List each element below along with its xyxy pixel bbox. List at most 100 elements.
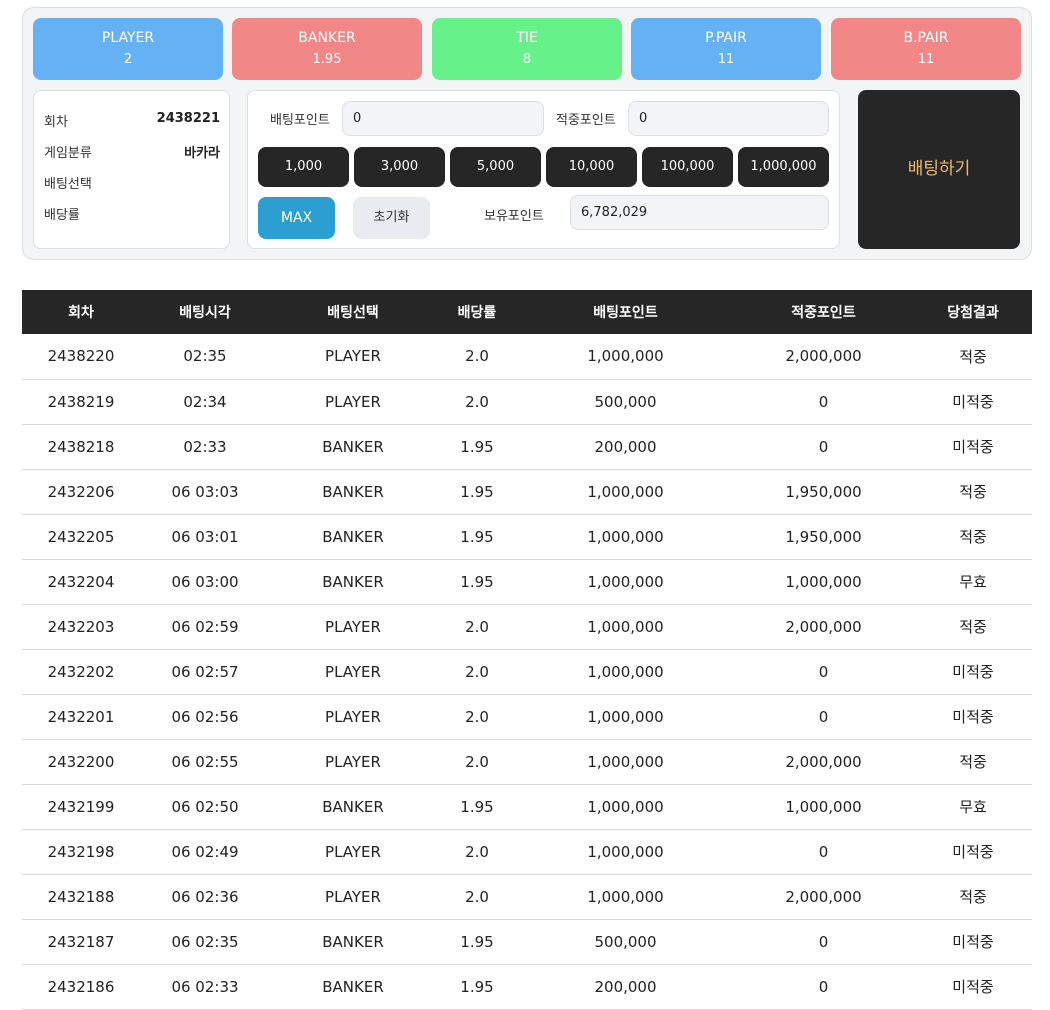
bet-option-name: TIE	[516, 30, 538, 46]
table-cell: 0	[733, 694, 914, 740]
bet-option-banker[interactable]: BANKER 1.95	[232, 18, 422, 80]
table-cell: 1,000,000	[518, 604, 733, 650]
info-row-selection: 배팅선택	[44, 173, 220, 204]
column-header: 적중포인트	[791, 305, 856, 321]
table-cell: 200,000	[518, 424, 733, 470]
table-cell: PLAYER	[270, 739, 436, 785]
bet-option-tie[interactable]: TIE 8	[432, 18, 622, 80]
table-cell: 500,000	[518, 379, 733, 425]
table-cell: 1,950,000	[733, 469, 914, 515]
table-cell: 1.95	[436, 469, 518, 515]
table-cell: 적중	[914, 514, 1032, 560]
round-label: 회차	[44, 115, 68, 130]
bet-controls: 배팅포인트 0 적중포인트 0 1,000 3,000 5,000 10,000 100…	[247, 90, 840, 249]
table-cell: BANKER	[270, 919, 436, 965]
table-cell: 적중	[914, 334, 1032, 380]
table-cell: 2438219	[22, 379, 140, 425]
game-value: 바카라	[184, 146, 220, 161]
table-cell: PLAYER	[270, 604, 436, 650]
table-cell: BANKER	[270, 514, 436, 560]
bet-points-input[interactable]: 0	[342, 101, 544, 136]
bet-option-p-pair[interactable]: P.PAIR 11	[631, 18, 821, 80]
column-header: 배당률	[457, 305, 497, 321]
table-row: 2432203 06 02:59 PLAYER 2.0 1,000,000 2,000,0…	[22, 604, 1032, 650]
table-row: 2432198 06 02:49 PLAYER 2.0 1,000,000 0 미적중	[22, 829, 1032, 875]
column-header: 배팅시각	[179, 305, 231, 321]
table-row: 2432200 06 02:55 PLAYER 2.0 1,000,000 2,000,0…	[22, 739, 1032, 785]
table-cell: 0	[733, 829, 914, 875]
column-header: 당첨결과	[947, 305, 999, 321]
table-row: 2432188 06 02:36 PLAYER 2.0 1,000,000 2,000,0…	[22, 874, 1032, 920]
bet-option-odds: 1.95	[312, 52, 342, 67]
info-row-odds: 배당률	[44, 204, 220, 235]
table-header-row: 회차 배팅시각 배팅선택 배당률 배팅포인트 적중포인트 당첨결과	[22, 290, 1032, 334]
table-cell: 06 02:50	[140, 784, 270, 830]
info-row-game: 게임분류 바카라	[44, 142, 220, 173]
table-cell: 2432187	[22, 919, 140, 965]
table-cell: 06 03:00	[140, 559, 270, 605]
table-cell: BANKER	[270, 469, 436, 515]
bet-option-player[interactable]: PLAYER 2	[33, 18, 223, 80]
table-cell: 1,000,000	[518, 784, 733, 830]
reset-button[interactable]: 초기화	[353, 197, 430, 239]
table-cell: 2432204	[22, 559, 140, 605]
table-row: 2432201 06 02:56 PLAYER 2.0 1,000,000 0 미적중	[22, 694, 1032, 740]
win-points-label: 적중포인트	[556, 113, 616, 128]
holding-points-label: 보유포인트	[484, 209, 544, 224]
table-cell: 1,000,000	[518, 694, 733, 740]
table-cell: BANKER	[270, 964, 436, 1010]
table-cell: 06 02:59	[140, 604, 270, 650]
table-cell: 06 02:35	[140, 919, 270, 965]
chip-button[interactable]: 10,000	[546, 147, 637, 187]
table-cell: 1.95	[436, 514, 518, 560]
table-cell: 무효	[914, 559, 1032, 605]
table-cell: 1.95	[436, 424, 518, 470]
chip-button[interactable]: 1,000,000	[738, 147, 829, 187]
table-row: 2432186 06 02:33 BANKER 1.95 200,000 0 미적중	[22, 964, 1032, 1010]
table-row: 2438218 02:33 BANKER 1.95 200,000 0 미적중	[22, 424, 1032, 470]
table-cell: 2438220	[22, 334, 140, 380]
bet-option-odds: 11	[717, 52, 735, 67]
table-cell: 미적중	[914, 379, 1032, 425]
table-cell: PLAYER	[270, 829, 436, 875]
max-button[interactable]: MAX	[258, 197, 335, 239]
table-cell: 무효	[914, 784, 1032, 830]
table-cell: 1,000,000	[518, 334, 733, 380]
table-cell: 2438218	[22, 424, 140, 470]
table-cell: 2,000,000	[733, 739, 914, 785]
bet-points-label: 배팅포인트	[270, 113, 330, 128]
odds-label: 배당률	[44, 208, 80, 223]
table-cell: PLAYER	[270, 694, 436, 740]
table-cell: BANKER	[270, 784, 436, 830]
chip-button[interactable]: 5,000	[450, 147, 541, 187]
table-cell: 2.0	[436, 874, 518, 920]
table-cell: 2,000,000	[733, 604, 914, 650]
round-info-box: 회차 2438221 게임분류 바카라 배팅선택 배당률	[33, 90, 230, 249]
table-cell: 06 02:56	[140, 694, 270, 740]
chip-button[interactable]: 3,000	[354, 147, 445, 187]
table-row: 2432204 06 03:00 BANKER 1.95 1,000,000 1,000,…	[22, 559, 1032, 605]
table-cell: 2432186	[22, 964, 140, 1010]
table-cell: 06 03:01	[140, 514, 270, 560]
table-cell: 200,000	[518, 964, 733, 1010]
table-cell: 06 03:03	[140, 469, 270, 515]
table-cell: 미적중	[914, 964, 1032, 1010]
bet-option-b-pair[interactable]: B.PAIR 11	[831, 18, 1021, 80]
table-cell: 2432200	[22, 739, 140, 785]
table-cell: 미적중	[914, 919, 1032, 965]
chip-button[interactable]: 1,000	[258, 147, 349, 187]
table-cell: 미적중	[914, 424, 1032, 470]
table-cell: 02:33	[140, 424, 270, 470]
table-cell: 2432188	[22, 874, 140, 920]
win-points-input[interactable]: 0	[628, 101, 829, 136]
table-cell: PLAYER	[270, 334, 436, 380]
table-cell: 1,000,000	[733, 559, 914, 605]
table-cell: 06 02:33	[140, 964, 270, 1010]
table-cell: 2432201	[22, 694, 140, 740]
round-value: 2438221	[156, 111, 220, 126]
place-bet-button[interactable]: 배팅하기	[858, 90, 1020, 249]
chip-button[interactable]: 100,000	[642, 147, 733, 187]
table-row: 2432199 06 02:50 BANKER 1.95 1,000,000 1,000,…	[22, 784, 1032, 830]
holding-points-field: 6,782,029	[570, 195, 829, 230]
table-cell: 2432205	[22, 514, 140, 560]
